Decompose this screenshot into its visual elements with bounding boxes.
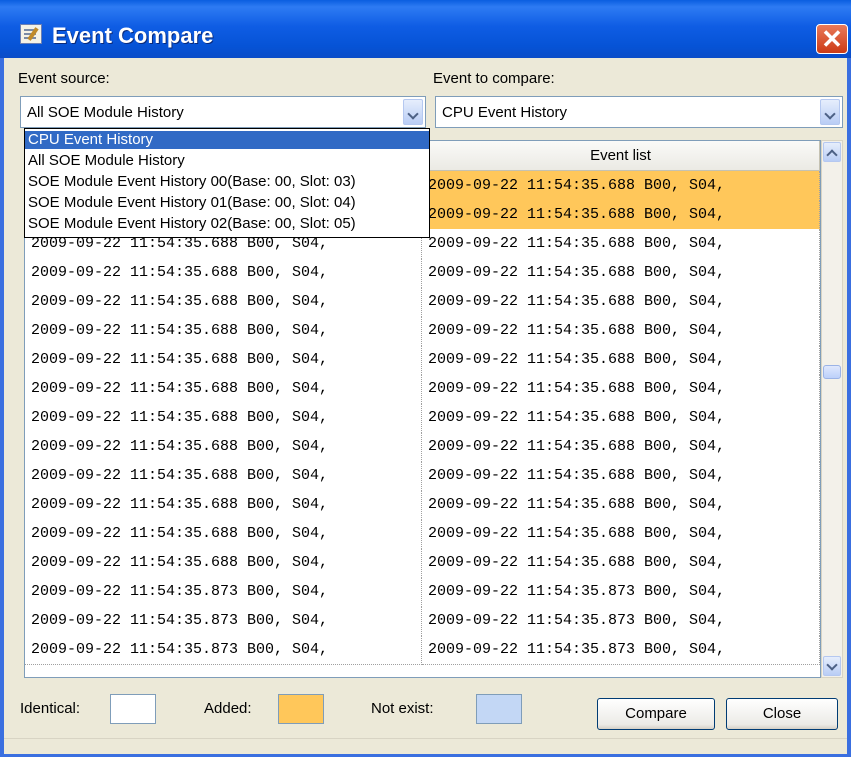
compare-event-cell: 2009-09-22 11:54:35.688 B00, S04, — [422, 490, 820, 520]
event-source-label: Event source: — [18, 70, 110, 87]
close-button[interactable]: Close — [726, 698, 838, 730]
source-event-cell: 2009-09-22 11:54:35.873 B00, S04, — [25, 577, 422, 607]
compare-event-cell: 2009-09-22 11:54:35.873 B00, S04, — [422, 577, 820, 607]
compare-event-cell: 2009-09-22 11:54:35.688 B00, S04, — [422, 345, 820, 375]
event-source-dropdown-list[interactable]: CPU Event History All SOE Module History S… — [24, 128, 430, 238]
title-bar: Event Compare ✕ — [0, 0, 851, 58]
compare-event-cell: 2009-09-22 11:54:35.688 B00, S04, — [422, 548, 820, 578]
event-source-value: All SOE Module History — [27, 104, 184, 121]
source-event-cell: 2009-09-22 11:54:35.688 B00, S04, — [25, 345, 422, 375]
chevron-down-icon[interactable] — [820, 99, 840, 125]
column-header-event-list[interactable]: Event list — [422, 141, 820, 171]
event-to-compare-value: CPU Event History — [442, 104, 568, 121]
table-row[interactable]: 2009-09-22 11:54:35.688 B00, S04,2009-09… — [25, 548, 820, 578]
added-color-swatch — [278, 694, 324, 724]
source-event-cell: 2009-09-22 11:54:35.688 B00, S04, — [25, 490, 422, 520]
dropdown-option[interactable]: SOE Module Event History 02(Base: 00, Sl… — [25, 215, 429, 233]
compare-event-cell: 2009-09-22 11:54:35.688 B00, S04, — [422, 200, 820, 230]
compare-event-cell: 2009-09-22 11:54:35.688 B00, S04, — [422, 403, 820, 433]
compare-event-cell: 2009-09-22 11:54:35.688 B00, S04, — [422, 171, 820, 201]
added-label: Added: — [204, 700, 252, 717]
status-bar — [4, 738, 847, 754]
table-row[interactable]: 2009-09-22 11:54:35.688 B00, S04,2009-09… — [25, 316, 820, 346]
source-event-cell: 2009-09-22 11:54:35.873 B00, S04, — [25, 606, 422, 636]
table-row[interactable]: 2009-09-22 11:54:35.873 B00, S04, 2009-09… — [25, 577, 820, 607]
vertical-scrollbar[interactable] — [821, 140, 843, 678]
identical-label: Identical: — [20, 700, 81, 717]
table-row[interactable]: 2009-09-22 11:54:35.688 B00, S04,2009-09… — [25, 403, 820, 433]
compare-event-cell: 2009-09-22 11:54:35.873 B00, S04, — [422, 606, 820, 636]
table-row[interactable]: 2009-09-22 11:54:35.688 B00, S04,2009-09… — [25, 345, 820, 375]
source-event-cell: 2009-09-22 11:54:35.688 B00, S04, — [25, 432, 422, 462]
table-row[interactable]: 2009-09-22 11:54:35.873 B00, S04, 2009-09… — [25, 606, 820, 636]
source-event-cell: 2009-09-22 11:54:35.688 B00, S04, — [25, 287, 422, 317]
chevron-down-icon[interactable] — [403, 99, 423, 125]
source-event-cell: 2009-09-22 11:54:35.688 B00, S04, — [25, 548, 422, 578]
scroll-up-icon[interactable] — [823, 142, 841, 162]
close-window-button[interactable]: ✕ — [816, 24, 848, 54]
event-to-compare-label: Event to compare: — [433, 70, 555, 87]
source-event-cell: 2009-09-22 11:54:35.873 B00, S04, — [25, 635, 422, 665]
source-event-cell: 2009-09-22 11:54:35.688 B00, S04, — [25, 519, 422, 549]
compare-event-cell: 2009-09-22 11:54:35.688 B00, S04, — [422, 374, 820, 404]
compare-event-cell: 2009-09-22 11:54:35.688 B00, S04, — [422, 432, 820, 462]
source-event-cell: 2009-09-22 11:54:35.688 B00, S04, — [25, 258, 422, 288]
compare-event-cell: 2009-09-22 11:54:35.688 B00, S04, — [422, 258, 820, 288]
source-event-cell: 2009-09-22 11:54:35.688 B00, S04, — [25, 461, 422, 491]
dropdown-option[interactable]: SOE Module Event History 00(Base: 00, Sl… — [25, 173, 429, 191]
table-row[interactable]: 2009-09-22 11:54:35.688 B00, S04,2009-09… — [25, 490, 820, 520]
event-to-compare-select[interactable]: CPU Event History — [435, 96, 843, 128]
dropdown-option[interactable]: All SOE Module History — [25, 152, 429, 170]
compare-event-cell: 2009-09-22 11:54:35.688 B00, S04, — [422, 229, 820, 259]
table-row[interactable]: 2009-09-22 11:54:35.688 B00, S04,2009-09… — [25, 461, 820, 491]
table-row[interactable]: 2009-09-22 11:54:35.873 B00, S04, 2009-09… — [25, 635, 820, 665]
dialog-body: Event source: Event to compare: All SOE … — [4, 58, 847, 754]
source-event-cell: 2009-09-22 11:54:35.688 B00, S04, — [25, 374, 422, 404]
compare-event-cell: 2009-09-22 11:54:35.688 B00, S04, — [422, 461, 820, 491]
table-row[interactable]: 2009-09-22 11:54:35.688 B00, S04,2009-09… — [25, 519, 820, 549]
event-compare-window: Event Compare ✕ Event source: Event to c… — [0, 0, 851, 757]
dropdown-option[interactable]: SOE Module Event History 01(Base: 00, Sl… — [25, 194, 429, 212]
table-row[interactable]: 2009-09-22 11:54:35.688 B00, S04,2009-09… — [25, 258, 820, 288]
not-exist-color-swatch — [476, 694, 522, 724]
table-row[interactable]: 2009-09-22 11:54:35.688 B00, S04,2009-09… — [25, 287, 820, 317]
scroll-thumb[interactable] — [823, 365, 841, 379]
dropdown-option[interactable]: CPU Event History — [25, 131, 429, 149]
compare-event-cell: 2009-09-22 11:54:35.688 B00, S04, — [422, 519, 820, 549]
notepad-icon — [20, 24, 42, 44]
scroll-down-icon[interactable] — [823, 656, 841, 676]
source-event-cell: 2009-09-22 11:54:35.688 B00, S04, — [25, 316, 422, 346]
window-title: Event Compare — [52, 23, 214, 48]
compare-event-cell: 2009-09-22 11:54:35.688 B00, S04, — [422, 287, 820, 317]
compare-event-cell: 2009-09-22 11:54:35.873 B00, S04, — [422, 635, 820, 665]
source-event-cell: 2009-09-22 11:54:35.688 B00, S04, — [25, 403, 422, 433]
compare-event-cell: 2009-09-22 11:54:35.688 B00, S04, — [422, 316, 820, 346]
not-exist-label: Not exist: — [371, 700, 434, 717]
event-source-select[interactable]: All SOE Module History — [20, 96, 426, 128]
identical-color-swatch — [110, 694, 156, 724]
table-row[interactable]: 2009-09-22 11:54:35.688 B00, S04,2009-09… — [25, 374, 820, 404]
table-row[interactable]: 2009-09-22 11:54:35.688 B00, S04,2009-09… — [25, 432, 820, 462]
compare-button[interactable]: Compare — [597, 698, 715, 730]
